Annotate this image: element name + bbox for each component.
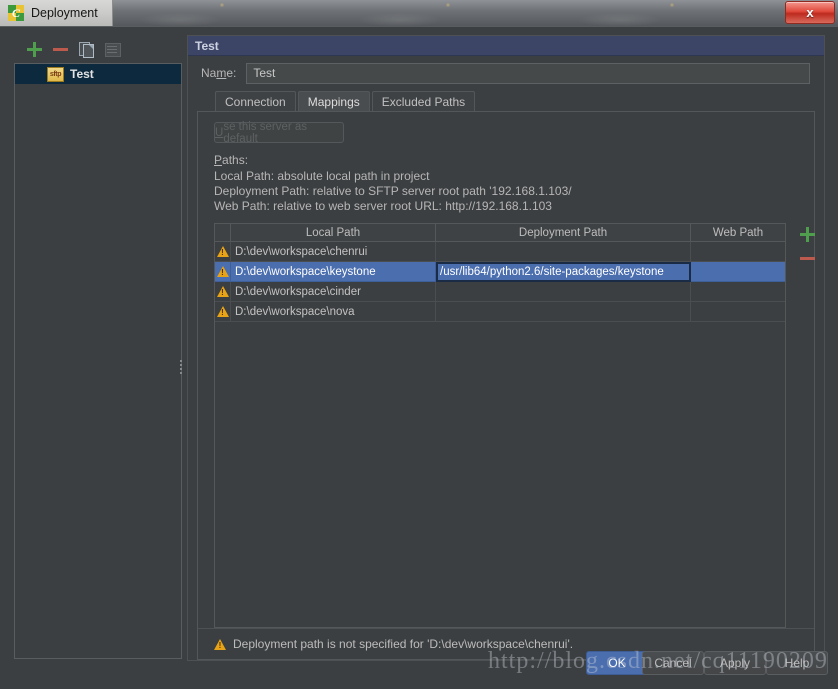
remove-mapping-button[interactable] bbox=[799, 250, 816, 267]
mappings-tab-panel: Use this server as default Paths: Local … bbox=[197, 111, 815, 660]
local-path-description: Local Path: absolute local path in proje… bbox=[214, 169, 430, 183]
copy-server-button[interactable] bbox=[78, 41, 95, 58]
close-button[interactable]: x bbox=[785, 1, 835, 24]
window-title: Deployment bbox=[31, 6, 98, 20]
dialog-footer: OK Cancel Apply Help bbox=[0, 639, 838, 689]
sidebar-item-test[interactable]: sftp Test bbox=[15, 64, 181, 84]
tab-connection[interactable]: Connection bbox=[215, 91, 296, 111]
paths-label: Paths: bbox=[214, 153, 249, 167]
servers-toolbar bbox=[14, 35, 182, 63]
remove-server-button[interactable] bbox=[52, 41, 69, 58]
tab-excluded-paths[interactable]: Excluded Paths bbox=[371, 91, 476, 111]
row-web-path-cell[interactable] bbox=[691, 302, 785, 322]
settings-tabs: Connection Mappings Excluded Paths bbox=[188, 90, 824, 111]
row-deployment-path-cell[interactable]: /usr/lib64/python2.6/site-packages/keyst… bbox=[436, 262, 691, 282]
add-mapping-button[interactable] bbox=[799, 226, 816, 243]
mappings-table[interactable]: Local Path Deployment Path Web Path D:\d… bbox=[214, 223, 786, 628]
help-button[interactable]: Help bbox=[766, 651, 828, 675]
autodetect-button bbox=[104, 41, 121, 58]
add-server-button[interactable] bbox=[26, 41, 43, 58]
column-header-web-path[interactable]: Web Path bbox=[691, 224, 785, 241]
name-label: Name: bbox=[201, 66, 237, 80]
row-status-cell bbox=[215, 302, 231, 322]
servers-tree[interactable]: sftp Test bbox=[14, 63, 182, 659]
row-web-path-cell[interactable] bbox=[691, 242, 785, 262]
use-server-as-default-button: Use this server as default bbox=[214, 121, 344, 145]
window-title-tab: C Deployment bbox=[0, 0, 113, 26]
row-status-cell bbox=[215, 242, 231, 262]
deployment-dialog-window: C Deployment x sftp Test Test Name: Test… bbox=[0, 0, 838, 689]
servers-panel: sftp Test bbox=[14, 35, 182, 659]
warning-icon bbox=[216, 306, 229, 317]
title-bar: C Deployment x bbox=[0, 0, 838, 26]
dialog-content: sftp Test Test Name: Connection Mappings… bbox=[0, 26, 838, 689]
sftp-icon: sftp bbox=[47, 66, 64, 82]
ok-button[interactable]: OK bbox=[586, 651, 648, 675]
table-row[interactable]: D:\dev\workspace\keystone /usr/lib64/pyt… bbox=[215, 262, 785, 282]
warning-icon bbox=[216, 246, 229, 257]
row-status-cell bbox=[215, 282, 231, 302]
pycharm-icon: C bbox=[8, 5, 24, 21]
row-deployment-path-cell[interactable] bbox=[436, 242, 691, 262]
row-local-path-cell[interactable]: D:\dev\workspace\keystone bbox=[231, 262, 436, 282]
mappings-table-side-toolbar bbox=[794, 223, 820, 267]
table-header-row: Local Path Deployment Path Web Path bbox=[215, 224, 785, 242]
panel-splitter[interactable] bbox=[178, 357, 183, 377]
web-path-description: Web Path: relative to web server root UR… bbox=[214, 199, 552, 213]
row-deployment-path-cell[interactable] bbox=[436, 282, 691, 302]
warning-icon bbox=[216, 286, 229, 297]
server-settings-panel: Test Name: Connection Mappings Excluded … bbox=[187, 35, 825, 661]
column-header-local-path[interactable]: Local Path bbox=[231, 224, 436, 241]
table-row[interactable]: D:\dev\workspace\chenrui bbox=[215, 242, 785, 262]
cancel-button[interactable]: Cancel bbox=[642, 651, 704, 675]
row-local-path-cell[interactable]: D:\dev\workspace\cinder bbox=[231, 282, 436, 302]
sidebar-item-label: Test bbox=[70, 67, 94, 81]
name-input[interactable] bbox=[246, 62, 810, 84]
table-row[interactable]: D:\dev\workspace\nova bbox=[215, 302, 785, 322]
row-status-cell bbox=[215, 262, 231, 282]
row-local-path-cell[interactable]: D:\dev\workspace\chenrui bbox=[231, 242, 436, 262]
row-local-path-cell[interactable]: D:\dev\workspace\nova bbox=[231, 302, 436, 322]
mappings-table-wrap: Local Path Deployment Path Web Path D:\d… bbox=[214, 223, 815, 628]
row-web-path-cell[interactable] bbox=[691, 262, 785, 282]
panel-header-title: Test bbox=[188, 36, 824, 56]
title-bar-background bbox=[0, 0, 838, 26]
apply-button[interactable]: Apply bbox=[704, 651, 766, 675]
column-header-status bbox=[215, 224, 231, 241]
row-deployment-path-cell[interactable] bbox=[436, 302, 691, 322]
deployment-path-description: Deployment Path: relative to SFTP server… bbox=[214, 184, 572, 198]
column-header-deployment-path[interactable]: Deployment Path bbox=[436, 224, 691, 241]
row-web-path-cell[interactable] bbox=[691, 282, 785, 302]
warning-icon bbox=[216, 266, 229, 277]
name-row: Name: bbox=[188, 56, 824, 90]
tab-mappings[interactable]: Mappings bbox=[297, 91, 370, 111]
table-row[interactable]: D:\dev\workspace\cinder bbox=[215, 282, 785, 302]
